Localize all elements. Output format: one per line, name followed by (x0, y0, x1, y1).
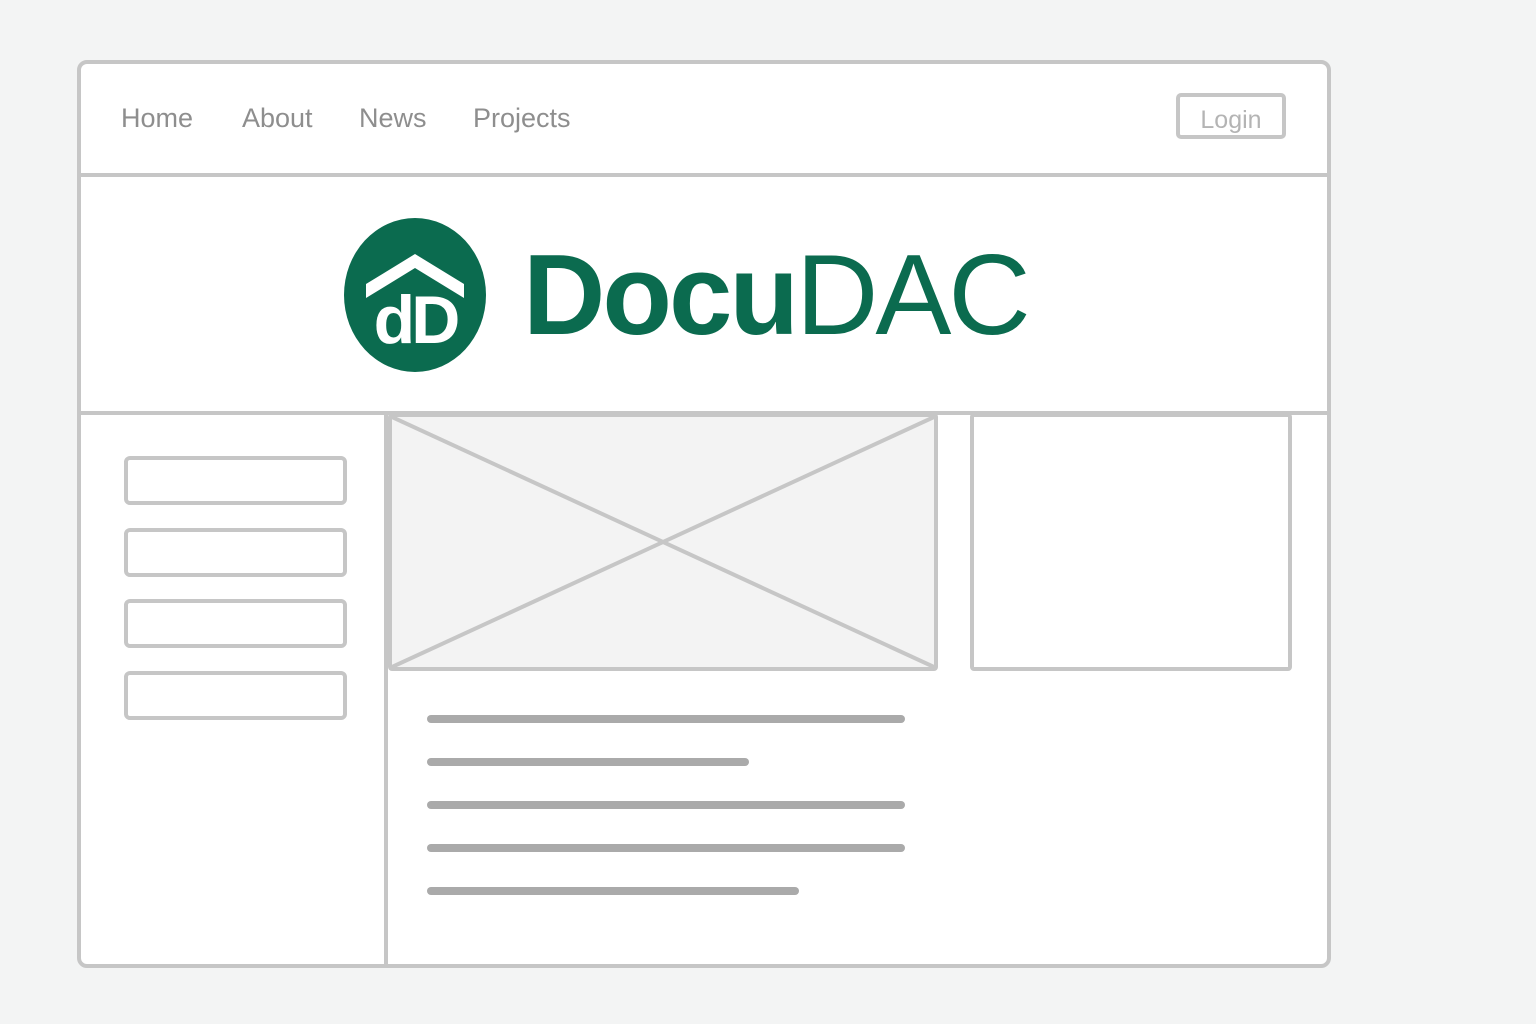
login-button[interactable]: Login (1176, 93, 1286, 139)
side-content-panel (970, 413, 1292, 671)
image-placeholder-cross (392, 417, 934, 667)
nav-link-about[interactable]: About (242, 102, 313, 134)
text-placeholder-line-4 (427, 844, 905, 852)
brand-name: DocuDAC (523, 231, 1031, 361)
sidebar-item-2[interactable] (124, 528, 347, 577)
image-placeholder-icon (388, 413, 938, 671)
sidebar (81, 415, 388, 964)
nav-link-projects[interactable]: Projects (473, 102, 571, 134)
brand-header: dD DocuDAC (81, 177, 1327, 415)
sidebar-item-3[interactable] (124, 599, 347, 648)
text-placeholder-line-3 (427, 801, 905, 809)
nav-link-news[interactable]: News (359, 102, 427, 134)
logo-letters: dD (374, 282, 459, 358)
browser-wireframe: Home About News Projects Login dD DocuDA… (77, 60, 1331, 968)
nav-link-home[interactable]: Home (121, 102, 193, 134)
sidebar-item-4[interactable] (124, 671, 347, 720)
top-navigation: Home About News Projects Login (81, 64, 1327, 177)
brand-logo-icon: dD (344, 218, 486, 372)
sidebar-item-1[interactable] (124, 456, 347, 505)
text-placeholder-line-2 (427, 758, 749, 766)
brand-name-docu: Docu (523, 232, 799, 359)
text-placeholder-line-1 (427, 715, 905, 723)
text-placeholder-line-5 (427, 887, 799, 895)
brand-name-dac: DAC (796, 232, 1031, 359)
